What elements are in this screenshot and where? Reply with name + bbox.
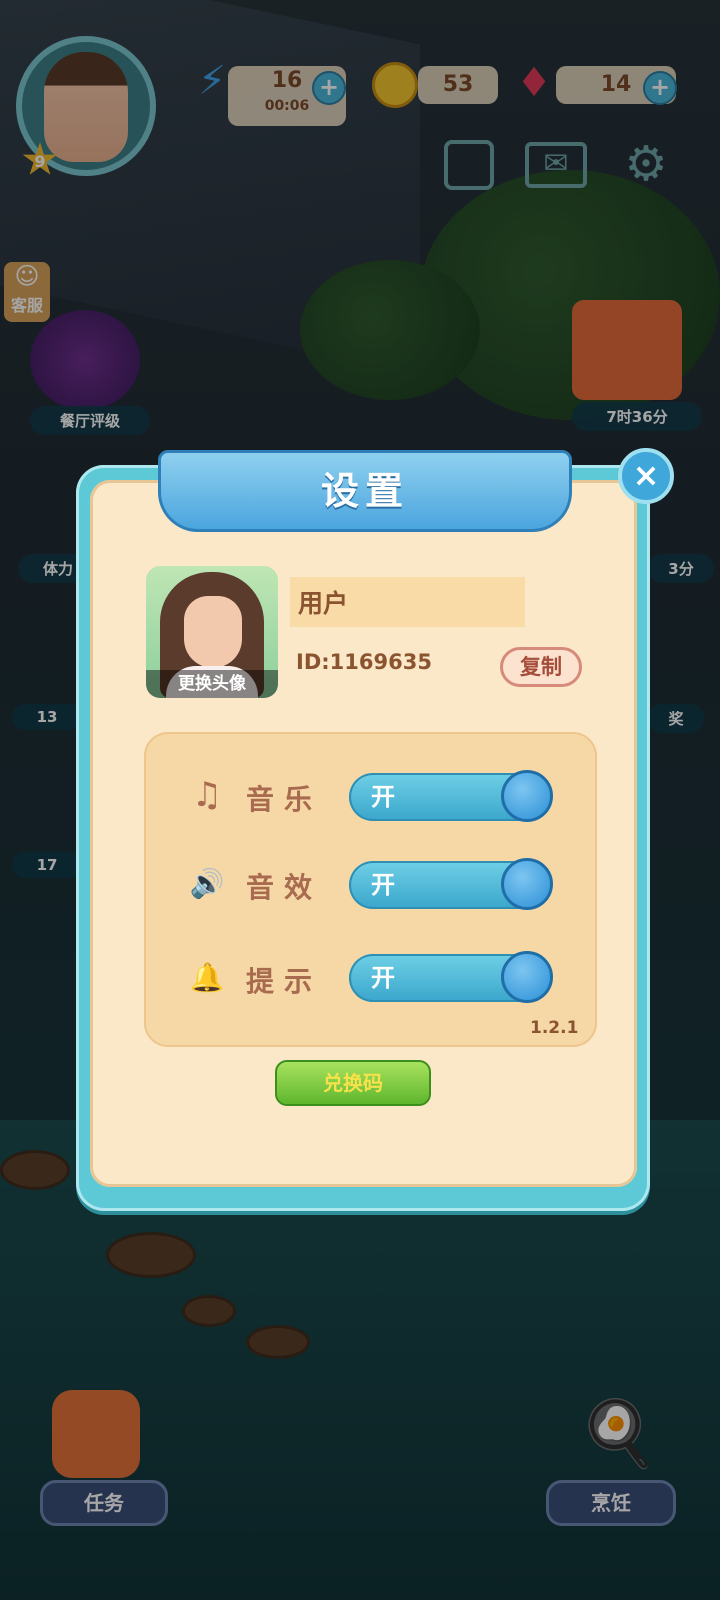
music-toggle-state: 开 (371, 783, 395, 811)
bell-icon: 🔔 (189, 961, 225, 994)
change-avatar-button[interactable]: 更换头像 (146, 566, 278, 698)
sound-effects-toggle[interactable]: 开 (349, 858, 553, 910)
username-field[interactable] (290, 577, 525, 627)
copy-button[interactable]: 复制 (500, 647, 582, 687)
version-label: 1.2.1 (530, 1018, 579, 1038)
music-icon: ♫ (191, 775, 223, 815)
toggle-knob (501, 770, 553, 822)
notifications-label: 提示 (246, 965, 323, 998)
toggle-knob (501, 858, 553, 910)
music-toggle[interactable]: 开 (349, 770, 553, 822)
sound-effects-toggle-state: 开 (371, 871, 395, 899)
notifications-toggle-state: 开 (371, 964, 395, 992)
close-button[interactable]: × (618, 448, 674, 504)
avatar-face (184, 596, 242, 668)
music-label: 音乐 (246, 783, 323, 816)
speaker-icon: 🔊 (189, 867, 225, 900)
toggle-knob (501, 951, 553, 1003)
notifications-toggle[interactable]: 开 (349, 951, 553, 1003)
dialog-title: 设置 (158, 450, 572, 532)
redeem-code-button[interactable]: 兑换码 (275, 1060, 431, 1106)
sound-effects-label: 音效 (246, 871, 323, 904)
close-icon: × (632, 456, 660, 494)
change-avatar-label: 更换头像 (146, 670, 278, 698)
user-id: ID:1169635 (296, 650, 432, 674)
